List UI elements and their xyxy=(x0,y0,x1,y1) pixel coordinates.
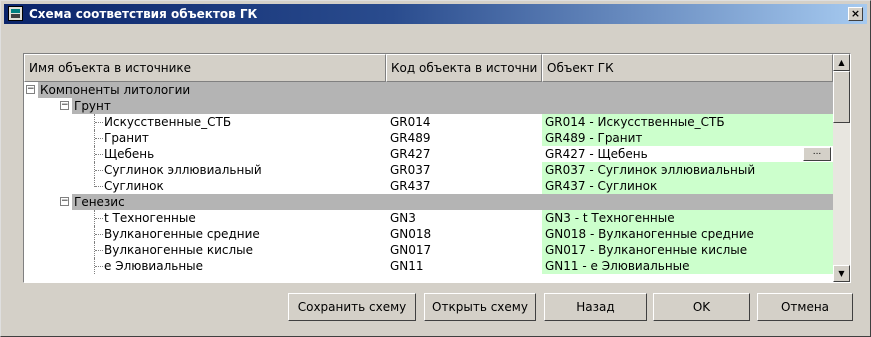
source-code-cell: GR427 xyxy=(390,147,431,161)
source-code-cell: GN018 xyxy=(390,227,432,241)
ok-button[interactable]: OK xyxy=(653,293,750,321)
app-icon xyxy=(8,6,23,21)
browse-button[interactable]: ... xyxy=(803,147,831,161)
source-name-cell: Искусственные_СТБ xyxy=(104,115,232,129)
gk-object-cell[interactable]: GR437 - Суглинок xyxy=(542,178,833,194)
gk-object-cell[interactable]: GR014 - Искусственные_СТБ xyxy=(542,114,833,130)
window-title: Схема соответствия объектов ГК xyxy=(29,7,258,21)
close-button[interactable]: × xyxy=(848,7,863,21)
table-row[interactable]: Искусственные_СТБ GR014 GR014 - Искусств… xyxy=(24,114,833,130)
source-code-cell: GN11 xyxy=(390,259,424,273)
gk-object-cell[interactable]: GN3 - t Техногенные xyxy=(542,210,833,226)
table-row[interactable]: Суглинок эллювиальный GR037 GR037 - Сугл… xyxy=(24,162,833,178)
column-header-gk-object[interactable]: Объект ГК xyxy=(542,54,833,82)
group-label: Компоненты литологии xyxy=(40,83,191,97)
source-name-cell: Щебень xyxy=(104,147,155,161)
gk-object-cell[interactable]: GR489 - Гранит xyxy=(542,130,833,146)
tree-group-row[interactable]: − Генезис xyxy=(24,194,833,210)
collapse-icon[interactable]: − xyxy=(60,197,69,206)
group-label: Грунт xyxy=(74,99,111,113)
gk-object-cell[interactable]: GN018 - Вулканогенные средние xyxy=(542,226,833,242)
source-name-cell: Гранит xyxy=(104,131,149,145)
table-row[interactable]: Вулканогенные средние GN018 GN018 - Вулк… xyxy=(24,226,833,242)
cancel-button[interactable]: Отмена xyxy=(757,293,853,321)
table-row-selected[interactable]: Щебень GR427 GR427 - Щебень ... xyxy=(24,146,833,162)
source-code-cell: GR489 xyxy=(390,131,431,145)
table-row[interactable]: t Техногенные GN3 GN3 - t Техногенные xyxy=(24,210,833,226)
column-header-source-name[interactable]: Имя объекта в источнике xyxy=(24,54,386,82)
table-row[interactable]: Гранит GR489 GR489 - Гранит xyxy=(24,130,833,146)
gk-object-cell[interactable]: GN11 - e Элювиальные xyxy=(542,258,833,274)
gk-object-cell[interactable]: GN017 - Вулканогенные кислые xyxy=(542,242,833,258)
collapse-icon[interactable]: − xyxy=(26,85,35,94)
table-row[interactable]: Суглинок GR437 GR437 - Суглинок xyxy=(24,178,833,194)
source-code-cell: GN3 xyxy=(390,211,416,225)
title-bar[interactable]: Схема соответствия объектов ГК × xyxy=(4,4,867,24)
mapping-tree-table: Имя объекта в источнике Код объекта в ис… xyxy=(23,53,851,283)
collapse-icon[interactable]: − xyxy=(60,101,69,110)
source-name-cell: Вулканогенные средние xyxy=(104,227,260,241)
source-code-cell: GR014 xyxy=(390,115,431,129)
source-name-cell: Суглинок эллювиальный xyxy=(104,163,262,177)
source-name-cell: Суглинок xyxy=(104,179,164,193)
gk-object-value[interactable]: GR427 - Щебень xyxy=(545,147,648,161)
source-code-cell: GN017 xyxy=(390,243,432,257)
open-scheme-button[interactable]: Открыть схему xyxy=(424,293,536,321)
tree-group-row[interactable]: − Грунт xyxy=(24,98,833,114)
tree-group-row[interactable]: − Компоненты литологии xyxy=(24,82,833,98)
scroll-thumb[interactable] xyxy=(833,71,850,123)
source-name-cell: t Техногенные xyxy=(104,211,196,225)
group-label: Генезис xyxy=(74,195,125,209)
source-name-cell: Вулканогенные кислые xyxy=(104,243,254,257)
table-body: − Компоненты литологии − Грунт Искусстве… xyxy=(24,82,833,274)
vertical-scrollbar[interactable]: ▲ ▼ xyxy=(833,54,850,282)
table-header: Имя объекта в источнике Код объекта в ис… xyxy=(24,54,833,82)
table-row[interactable]: Вулканогенные кислые GN017 GN017 - Вулка… xyxy=(24,242,833,258)
source-code-cell: GR437 xyxy=(390,179,431,193)
scroll-up-icon[interactable]: ▲ xyxy=(833,54,850,71)
gk-object-cell[interactable]: GR037 - Суглинок эллювиальный xyxy=(542,162,833,178)
save-scheme-button[interactable]: Сохранить схему xyxy=(288,293,416,321)
scroll-down-icon[interactable]: ▼ xyxy=(833,265,850,282)
back-button[interactable]: Назад xyxy=(544,293,647,321)
dialog-window: Схема соответствия объектов ГК × Имя объ… xyxy=(0,0,871,337)
source-name-cell: e Элювиальные xyxy=(104,259,204,273)
column-header-source-code[interactable]: Код объекта в источни xyxy=(386,54,542,82)
source-code-cell: GR037 xyxy=(390,163,431,177)
table-row[interactable]: e Элювиальные GN11 GN11 - e Элювиальные xyxy=(24,258,833,274)
gk-object-editor[interactable]: GR427 - Щебень ... xyxy=(542,146,833,162)
